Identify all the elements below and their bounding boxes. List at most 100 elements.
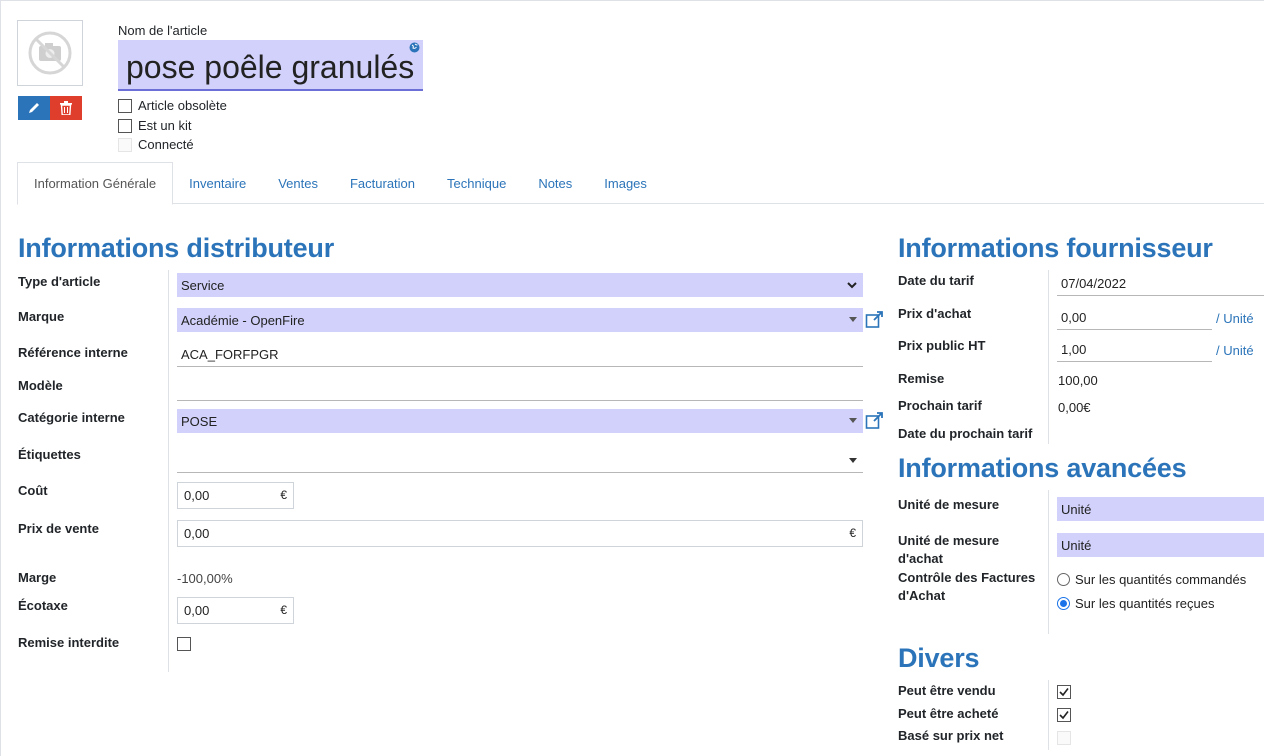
tab-information-generale[interactable]: Information Générale <box>17 162 174 205</box>
can-be-sold-label: Peut être vendu <box>898 683 996 698</box>
tab-inventaire[interactable]: Inventaire <box>173 162 262 204</box>
tab-technique[interactable]: Technique <box>431 162 522 204</box>
net-price-label: Basé sur prix net <box>898 728 1004 743</box>
advanced-section-title: Informations avancées <box>898 453 1187 483</box>
supplier-section-title: Informations fournisseur <box>898 233 1213 263</box>
tags-label: Étiquettes <box>18 447 81 462</box>
misc-separator <box>1048 680 1049 750</box>
invoice-control-label-line2: d'Achat <box>898 588 946 603</box>
tariff-date-label: Date du tarif <box>898 273 974 288</box>
connected-label: Connecté <box>138 137 194 152</box>
tab-notes[interactable]: Notes <box>522 162 588 204</box>
trash-icon <box>60 101 72 115</box>
category-label: Catégorie interne <box>18 410 125 425</box>
edit-image-button[interactable] <box>18 96 50 120</box>
tab-ventes[interactable]: Ventes <box>262 162 334 204</box>
brand-select[interactable]: Académie - OpenFire <box>177 308 863 332</box>
sale-price-label: Prix de vente <box>18 521 99 536</box>
connected-checkbox-row: Connecté <box>118 137 194 152</box>
can-be-sold-checkbox[interactable] <box>1057 685 1071 699</box>
kit-checkbox-row[interactable]: Est un kit <box>118 118 191 133</box>
obsolete-checkbox[interactable] <box>118 98 132 113</box>
unit-link-text[interactable]: Unité <box>1223 311 1253 326</box>
tariff-date-input[interactable]: 07/04/2022 <box>1057 272 1264 296</box>
control-ordered-label: Sur les quantités commandés <box>1075 572 1247 587</box>
product-name-input[interactable]: pose poêle granulés <box>118 40 423 91</box>
invoice-control-label: Contrôle des Factures d'Achat <box>898 569 1035 605</box>
cost-input[interactable]: 0,00 € <box>177 482 294 509</box>
invoice-control-label-line1: Contrôle des Factures <box>898 570 1036 585</box>
control-ordered-option[interactable]: Sur les quantités commandés <box>1057 572 1246 587</box>
purchase-price-label: Prix d'achat <box>898 306 972 321</box>
can-be-purchased-checkbox[interactable] <box>1057 708 1071 722</box>
can-be-purchased-label: Peut être acheté <box>898 706 999 721</box>
purchase-uom-label-line1: Unité de mesure <box>898 533 1000 548</box>
purchase-unit-link[interactable]: / Unité <box>1216 311 1254 326</box>
public-unit-link[interactable]: / Unité <box>1216 343 1254 358</box>
chevron-down-icon <box>847 282 857 289</box>
ecotax-label: Écotaxe <box>18 598 68 613</box>
pencil-icon <box>29 103 39 113</box>
external-link-icon[interactable] <box>865 311 885 329</box>
delete-image-button[interactable] <box>50 96 82 120</box>
public-price-input[interactable]: 1,00 <box>1057 338 1212 362</box>
cost-label: Coût <box>18 483 48 498</box>
margin-label: Marge <box>18 570 57 585</box>
unit-link-text[interactable]: Unité <box>1223 343 1253 358</box>
obsolete-label: Article obsolète <box>138 98 227 113</box>
brand-label: Marque <box>18 309 65 324</box>
type-label: Type d'article <box>18 274 101 289</box>
obsolete-checkbox-row[interactable]: Article obsolète <box>118 98 227 113</box>
model-label: Modèle <box>18 378 63 393</box>
image-actions <box>18 96 82 120</box>
no-discount-checkbox[interactable] <box>177 637 191 651</box>
discount-label: Remise <box>898 371 945 386</box>
category-select[interactable]: POSE <box>177 409 863 433</box>
globe-icon[interactable] <box>409 42 420 53</box>
sale-price-input[interactable]: 0,00 € <box>177 520 863 547</box>
next-tariff-label: Prochain tarif <box>898 398 982 413</box>
connected-checkbox <box>118 137 132 152</box>
purchase-uom-label-line2: d'achat <box>898 551 943 566</box>
tags-input[interactable] <box>177 449 863 473</box>
brand-value: Académie - OpenFire <box>181 312 305 328</box>
purchase-uom-label: Unité de mesure d'achat <box>898 532 999 568</box>
tab-facturation[interactable]: Facturation <box>334 162 431 204</box>
internal-ref-label: Référence interne <box>18 345 128 360</box>
currency-symbol: € <box>280 603 287 617</box>
no-discount-label: Remise interdite <box>18 635 120 650</box>
type-value: Service <box>181 277 225 293</box>
next-tariff-date-label: Date du prochain tarif <box>898 426 1033 441</box>
ecotax-value: 0,00 <box>184 603 210 618</box>
currency-symbol: € <box>849 526 856 540</box>
caret-down-icon <box>849 317 857 322</box>
kit-checkbox[interactable] <box>118 118 132 133</box>
radio-ordered[interactable] <box>1057 573 1070 586</box>
uom-select[interactable]: Unité <box>1057 497 1264 521</box>
discount-value: 100,00 <box>1058 373 1098 388</box>
internal-ref-input[interactable]: ACA_FORFPGR <box>177 343 863 367</box>
purchase-uom-select[interactable]: Unité <box>1057 533 1264 557</box>
margin-value: -100,00% <box>177 571 233 586</box>
purchase-price-input[interactable]: 0,00 <box>1057 306 1212 330</box>
caret-down-icon <box>849 458 857 463</box>
camera-placeholder-icon <box>28 31 72 75</box>
product-name-value: pose poêle granulés <box>126 49 415 85</box>
ecotax-input[interactable]: 0,00 € <box>177 597 294 624</box>
category-value: POSE <box>181 413 218 429</box>
checkmark-icon <box>1059 688 1069 697</box>
type-select[interactable]: Service <box>177 273 863 297</box>
caret-down-icon <box>849 418 857 423</box>
radio-received[interactable] <box>1057 597 1070 610</box>
advanced-separator <box>1048 490 1049 634</box>
tab-images[interactable]: Images <box>588 162 663 204</box>
distributor-section-title: Informations distributeur <box>18 233 335 263</box>
currency-symbol: € <box>280 488 287 502</box>
unit-separator: / <box>1216 343 1220 358</box>
control-received-option[interactable]: Sur les quantités reçues <box>1057 596 1214 611</box>
external-link-icon[interactable] <box>865 412 885 430</box>
misc-section-title: Divers <box>898 643 980 673</box>
product-image[interactable] <box>17 20 83 86</box>
model-input[interactable] <box>177 377 863 401</box>
sale-price-value: 0,00 <box>184 526 210 541</box>
